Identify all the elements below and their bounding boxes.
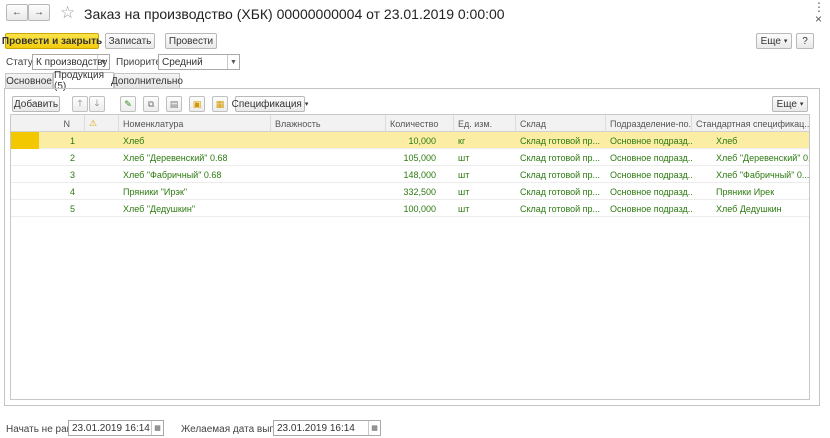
row-moisture [271, 149, 386, 166]
row-specification: Хлеб [716, 135, 738, 146]
row-quantity: 10,000 [408, 135, 436, 146]
start-date-field[interactable]: 23.01.2019 16:14 ▦ [68, 420, 164, 436]
row-moisture [271, 166, 386, 183]
table-more-label: Еще [776, 98, 797, 110]
row-department: Основное подразд... [610, 135, 692, 146]
products-table[interactable]: N ⚠ Номенклатура Влажность Количество Ед… [10, 114, 810, 400]
row-warehouse: Склад готовой пр... [520, 169, 601, 180]
row-moisture [271, 183, 386, 200]
calendar-icon[interactable]: ▦ [368, 421, 380, 435]
row-moisture [271, 132, 386, 149]
close-icon[interactable]: × [815, 12, 822, 26]
move-down-icon[interactable]: 🡓 [89, 96, 105, 112]
row-number: 1 [69, 135, 75, 146]
save-button[interactable]: Записать [105, 33, 155, 49]
row-department: Основное подразд... [610, 169, 692, 180]
status-select[interactable]: К производству ▼ [32, 54, 110, 70]
row-item: Хлеб "Деревенский" 0.68 [123, 152, 228, 163]
row-department: Основное подразд... [610, 152, 692, 163]
fill-icon[interactable]: ▦ [212, 96, 228, 112]
row-quantity: 332,500 [403, 186, 436, 197]
table-row[interactable]: 2 Хлеб "Деревенский" 0.68 105,000 шт Скл… [11, 149, 809, 166]
row-specification: Хлеб "Деревенский" 0.68 [716, 152, 809, 163]
row-unit: кг [458, 135, 466, 146]
forward-arrow-icon: → [34, 7, 44, 18]
chevron-down-icon: ▼ [227, 55, 239, 69]
row-warehouse: Склад готовой пр... [520, 203, 601, 214]
post-and-close-button[interactable]: Провести и закрыть [2, 33, 102, 49]
move-up-icon[interactable]: 🡑 [72, 96, 88, 112]
chevron-down-icon: ▼ [97, 55, 109, 69]
add-button[interactable]: Добавить [12, 96, 60, 112]
row-number: 3 [69, 169, 75, 180]
tab-main[interactable]: Основное [5, 73, 53, 88]
col-unit[interactable]: Ед. изм. [454, 115, 516, 132]
row-moisture [271, 200, 386, 217]
more-button[interactable]: Еще ▾ [756, 33, 792, 49]
row-number: 2 [69, 152, 75, 163]
row-quantity: 100,000 [403, 203, 436, 214]
tab-additional[interactable]: Дополнительно [111, 73, 183, 88]
paste-icon[interactable]: ▤ [166, 96, 182, 112]
col-specification[interactable]: Стандартная спецификац... [692, 115, 809, 132]
col-department[interactable]: Подразделение-по... [606, 115, 692, 132]
col-item[interactable]: Номенклатура [119, 115, 271, 132]
calendar-icon[interactable]: ▦ [151, 421, 163, 435]
start-date-value: 23.01.2019 16:14 [72, 422, 150, 434]
priority-value: Средний [162, 56, 203, 68]
page-title: Заказ на производство (ХБК) 00000000004 … [84, 6, 505, 22]
table-row[interactable]: 3 Хлеб "Фабричный" 0.68 148,000 шт Склад… [11, 166, 809, 183]
forward-button[interactable]: → [28, 4, 50, 21]
row-warehouse: Склад готовой пр... [520, 186, 601, 197]
row-specification: Хлеб Дедушкин [716, 203, 782, 214]
row-specification: Пряники Ирек [716, 186, 775, 197]
help-button[interactable]: ? [796, 33, 814, 49]
row-department: Основное подразд... [610, 203, 692, 214]
col-warehouse[interactable]: Склад [516, 115, 606, 132]
row-item: Хлеб "Фабричный" 0.68 [123, 169, 222, 180]
row-quantity: 105,000 [403, 152, 436, 163]
tab-products[interactable]: Продукция (5) [53, 70, 114, 92]
row-item: Пряники "Ирэк" [123, 186, 188, 197]
more-label: Еще [760, 35, 781, 47]
row-unit: шт [458, 152, 470, 163]
row-department: Основное подразд... [610, 186, 692, 197]
favorite-star-icon[interactable]: ☆ [60, 3, 75, 23]
col-moisture[interactable]: Влажность [271, 115, 386, 132]
row-warehouse: Склад готовой пр... [520, 152, 601, 163]
copy-icon[interactable]: ⧉ [143, 96, 159, 112]
edit-pencil-icon[interactable]: ✎ [120, 96, 136, 112]
row-unit: шт [458, 203, 470, 214]
row-number: 4 [69, 186, 75, 197]
row-item: Хлеб "Дедушкин" [123, 203, 196, 214]
row-selection-marker [11, 132, 39, 149]
table-header: N ⚠ Номенклатура Влажность Количество Ед… [11, 115, 809, 132]
back-button[interactable]: ← [6, 4, 28, 21]
row-specification: Хлеб "Фабричный" 0.... [716, 169, 809, 180]
row-number: 5 [69, 203, 75, 214]
back-arrow-icon: ← [12, 7, 22, 18]
row-unit: шт [458, 169, 470, 180]
specification-button[interactable]: Спецификация ▾ [231, 96, 308, 112]
table-row[interactable]: 1 Хлеб 10,000 кг Склад готовой пр... Осн… [11, 132, 809, 149]
release-date-value: 23.01.2019 16:14 [277, 422, 355, 434]
row-quantity: 148,000 [403, 169, 436, 180]
specification-label: Спецификация [231, 98, 302, 110]
post-button[interactable]: Провести [165, 33, 217, 49]
release-date-field[interactable]: 23.01.2019 16:14 ▦ [273, 420, 381, 436]
row-unit: шт [458, 186, 470, 197]
lock-icon[interactable]: ▣ [189, 96, 205, 112]
table-more-button[interactable]: Еще ▾ [772, 96, 808, 112]
chevron-down-icon: ▾ [783, 38, 788, 45]
chevron-down-icon: ▾ [799, 101, 804, 108]
row-warehouse: Склад готовой пр... [520, 135, 601, 146]
row-item: Хлеб [123, 135, 145, 146]
col-warning-icon[interactable]: ⚠ [85, 115, 119, 132]
table-row[interactable]: 4 Пряники "Ирэк" 332,500 шт Склад готово… [11, 183, 809, 200]
col-quantity[interactable]: Количество [386, 115, 454, 132]
table-row[interactable]: 5 Хлеб "Дедушкин" 100,000 шт Склад готов… [11, 200, 809, 217]
chevron-down-icon: ▾ [304, 101, 309, 108]
col-n[interactable]: N [39, 115, 85, 132]
priority-select[interactable]: Средний ▼ [158, 54, 240, 70]
